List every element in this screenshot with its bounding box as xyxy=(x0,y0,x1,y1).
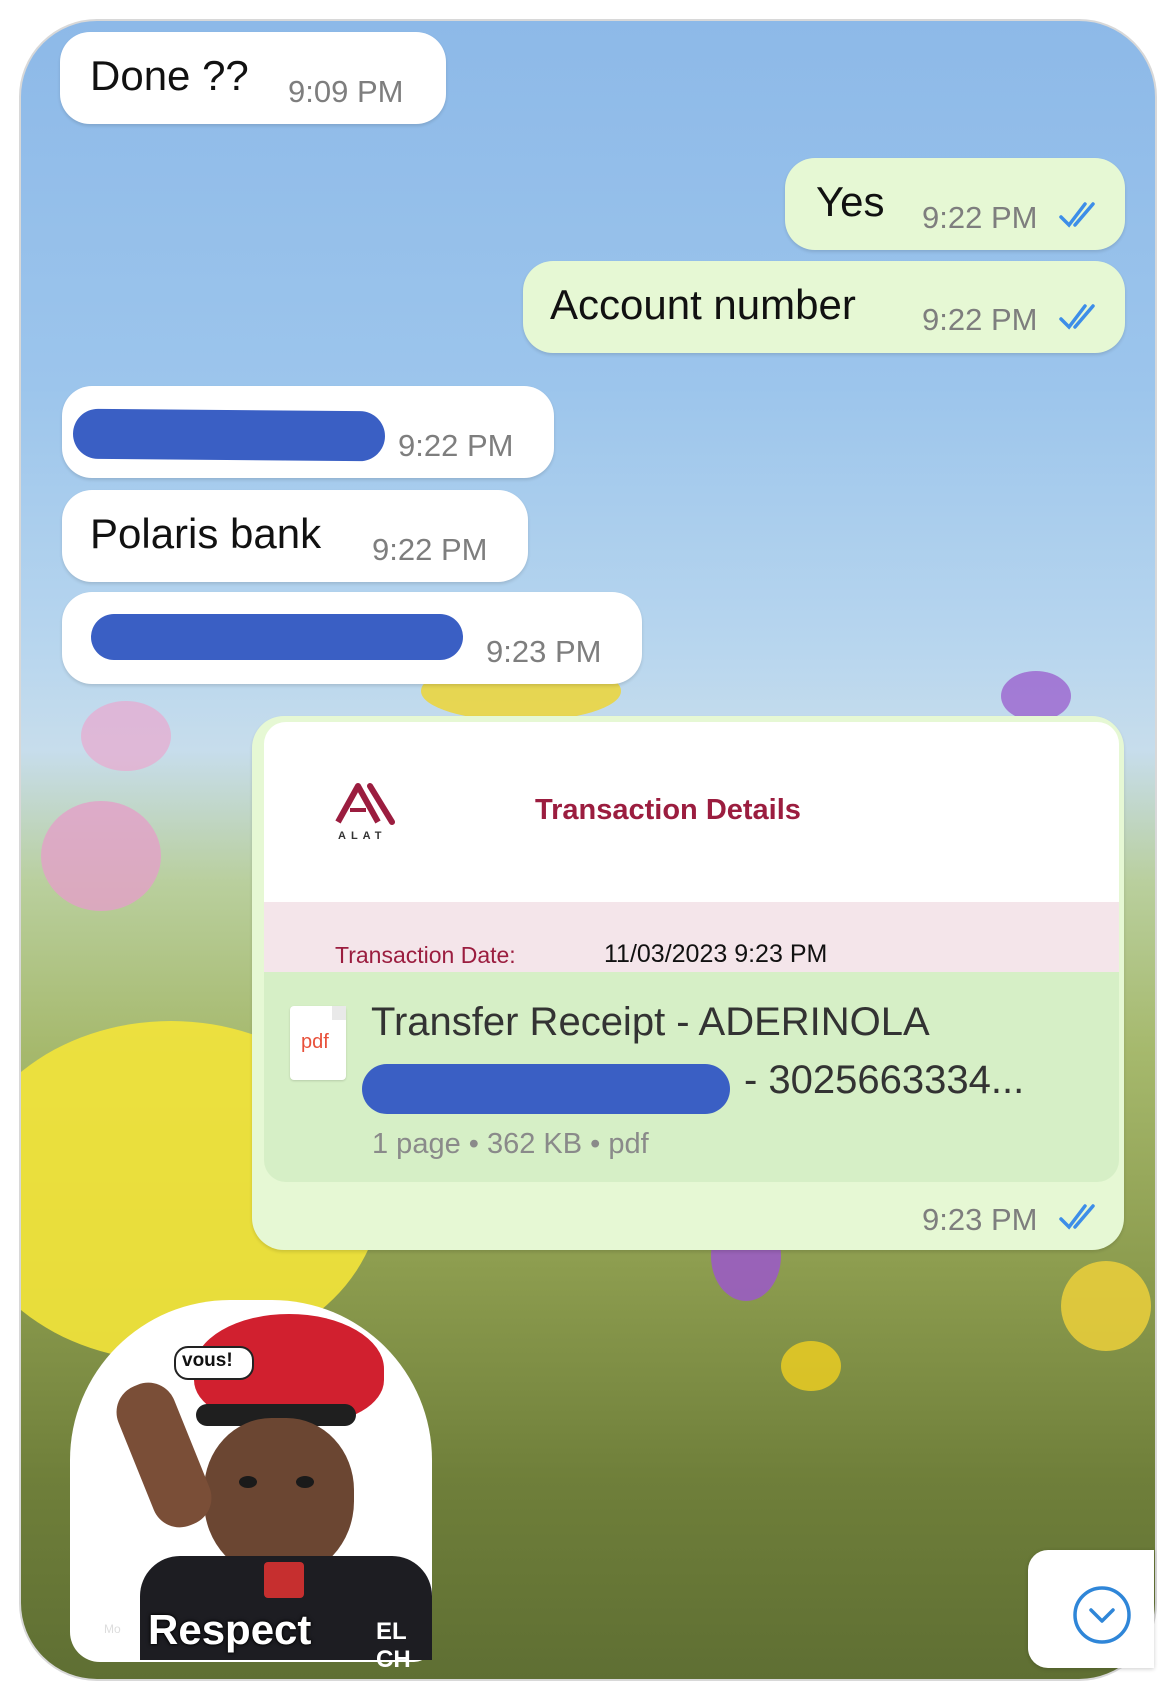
uniform-collar xyxy=(264,1562,304,1598)
message-text: Polaris bank xyxy=(90,510,322,557)
message-time: 9:22 PM xyxy=(398,428,514,463)
background-flower-pink xyxy=(81,701,171,771)
file-name-line1: Transfer Receipt - ADERINOLA xyxy=(371,1000,930,1044)
pdf-file-icon: pdf xyxy=(290,1006,346,1080)
background-flower-purple xyxy=(1001,671,1071,721)
message-time: 9:09 PM xyxy=(288,74,404,109)
sticker-small-text: Mo xyxy=(104,1622,121,1636)
sticker-caption: Respect xyxy=(148,1606,312,1653)
transaction-date-row: Transaction Date: 11/03/2023 9:23 PM xyxy=(264,902,1119,972)
background-flower-yellow xyxy=(1061,1261,1151,1351)
file-name-line2: - 3025663334... xyxy=(744,1058,1025,1102)
chevron-down-circle-icon xyxy=(1073,1586,1131,1644)
transaction-date-value: 11/03/2023 9:23 PM xyxy=(604,940,828,968)
receipt-title: Transaction Details xyxy=(535,794,801,826)
redaction-mark xyxy=(91,614,463,660)
background-flower-pink xyxy=(41,801,161,911)
file-meta: 1 page • 362 KB • pdf xyxy=(372,1128,649,1160)
double-check-icon xyxy=(1059,304,1095,330)
child-face xyxy=(204,1418,354,1578)
eye xyxy=(239,1476,257,1488)
transaction-date-label: Transaction Date: xyxy=(335,942,516,968)
message-time: 9:22 PM xyxy=(922,302,1038,337)
sticker-respect[interactable]: vous! Mo Respect EL CH xyxy=(64,1300,438,1673)
redaction-mark xyxy=(362,1064,730,1114)
logo-text: ALAT xyxy=(338,830,387,842)
eye xyxy=(296,1476,314,1488)
sticker-speech-text: vous! xyxy=(182,1350,233,1371)
scroll-down-button[interactable] xyxy=(1028,1550,1154,1668)
file-attachment[interactable]: pdf Transfer Receipt - ADERINOLA - 30256… xyxy=(264,972,1119,1182)
double-check-icon xyxy=(1059,202,1095,228)
message-text: Yes xyxy=(816,178,885,225)
pdf-icon-label: pdf xyxy=(301,1031,329,1053)
background-flower-yellow xyxy=(781,1341,841,1391)
redaction-mark xyxy=(72,408,386,462)
message-time: 9:22 PM xyxy=(372,532,488,567)
sticker-corner-text: EL CH xyxy=(376,1618,411,1673)
message-text: Account number xyxy=(550,281,856,328)
receipt-preview-header[interactable]: ALAT Transaction Details xyxy=(264,722,1119,902)
message-time: 9:22 PM xyxy=(922,200,1038,235)
message-time: 9:23 PM xyxy=(922,1202,1038,1237)
message-text: Done ?? xyxy=(90,52,249,99)
double-check-icon xyxy=(1059,1204,1095,1230)
alat-logo xyxy=(335,783,395,825)
message-time: 9:23 PM xyxy=(486,634,602,669)
